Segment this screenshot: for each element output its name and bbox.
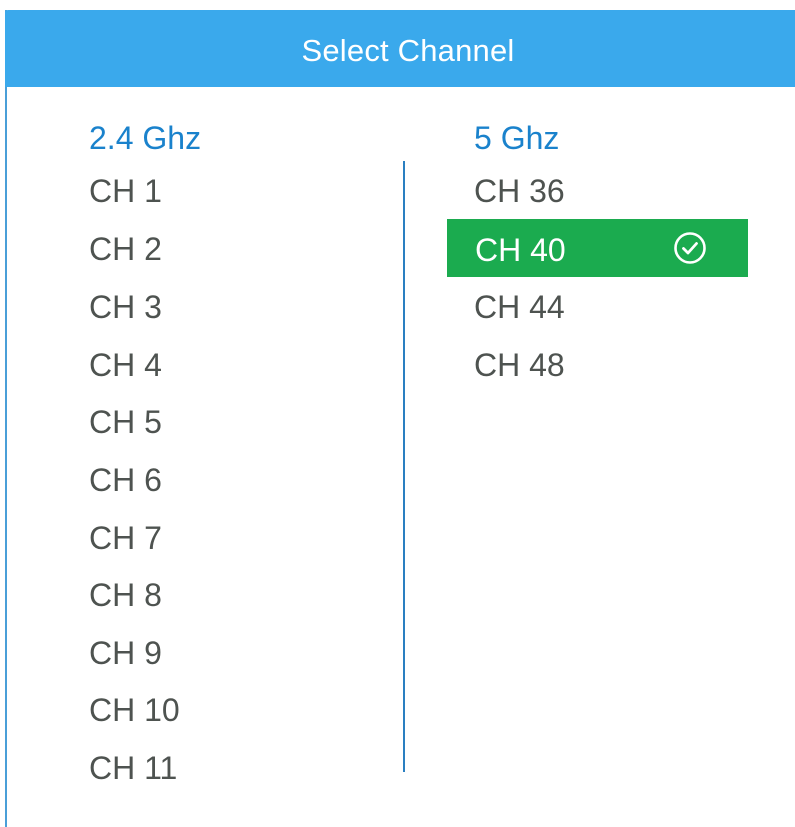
- band-24-heading: 2.4 Ghz: [89, 120, 202, 156]
- channel-item-ch7[interactable]: CH 7: [89, 520, 162, 557]
- check-circle-icon: [674, 232, 706, 264]
- channel-item-ch10[interactable]: CH 10: [89, 692, 180, 729]
- channel-item-ch48[interactable]: CH 48: [474, 347, 565, 384]
- dialog-title: Select Channel: [301, 32, 515, 68]
- dialog-left-border: [5, 10, 7, 827]
- channel-item-ch1[interactable]: CH 1: [89, 173, 162, 210]
- channel-item-ch9[interactable]: CH 9: [89, 635, 162, 672]
- channel-item-ch44[interactable]: CH 44: [474, 289, 565, 326]
- channel-item-ch3[interactable]: CH 3: [89, 289, 162, 326]
- channel-item-ch4[interactable]: CH 4: [89, 347, 162, 384]
- channel-item-ch5[interactable]: CH 5: [89, 404, 162, 441]
- channel-item-ch40-selected[interactable]: CH 40: [447, 219, 748, 277]
- column-divider: [403, 161, 405, 772]
- select-channel-dialog: Select Channel 2.4 Ghz CH 1 CH 2 CH 3 CH…: [0, 0, 795, 827]
- channel-item-ch11[interactable]: CH 11: [89, 750, 177, 787]
- band-5-heading: 5 Ghz: [474, 120, 560, 156]
- selected-channel-label: CH 40: [475, 232, 566, 268]
- dialog-header: Select Channel: [5, 10, 795, 87]
- channel-item-ch8[interactable]: CH 8: [89, 577, 162, 614]
- channel-item-ch6[interactable]: CH 6: [89, 462, 162, 499]
- channel-item-ch2[interactable]: CH 2: [89, 231, 162, 268]
- channel-item-ch36[interactable]: CH 36: [474, 173, 565, 210]
